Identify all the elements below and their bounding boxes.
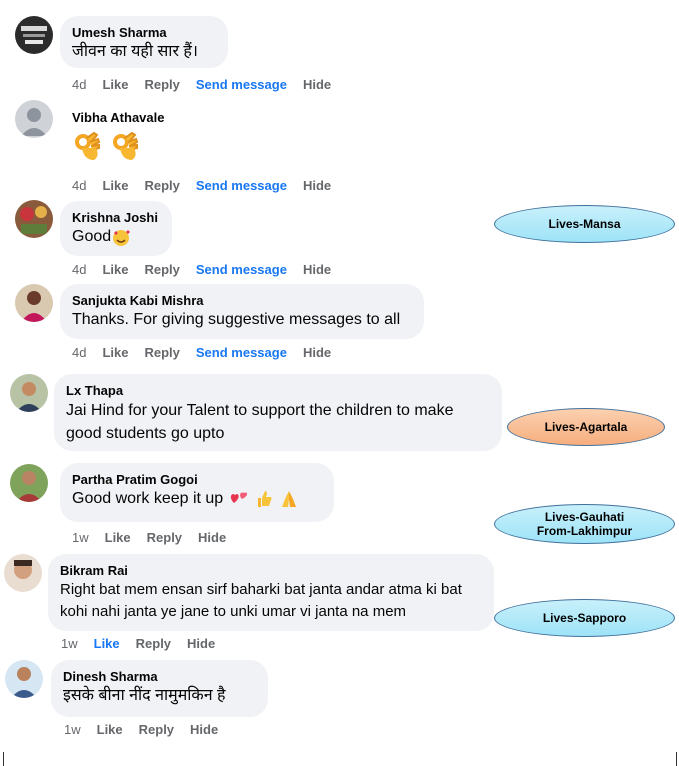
comment-bubble: Partha Pratim Gogoi Good work keep it up (60, 463, 334, 522)
comment-text: Good work keep it up (72, 490, 224, 507)
comment-actions: 4d Like Reply Send message Hide (72, 345, 347, 361)
like-button[interactable]: Like (97, 722, 123, 738)
avatar[interactable] (15, 16, 53, 54)
emoji-message (72, 130, 144, 164)
commenter-name[interactable]: Partha Pratim Gogoi (72, 471, 322, 488)
avatar[interactable] (10, 374, 48, 412)
avatar[interactable] (15, 200, 53, 238)
commenter-name[interactable]: Lx Thapa (66, 382, 490, 399)
annotation-callout: Lives-Mansa (494, 205, 675, 243)
divider (676, 752, 677, 766)
callout-label: Lives-Gauhati From-Lakhimpur (536, 510, 633, 538)
send-message-button[interactable]: Send message (196, 345, 287, 361)
comment-bubble: Sanjukta Kabi Mishra Thanks. For giving … (60, 284, 424, 339)
comment-actions: 1w Like Reply Hide (61, 636, 231, 652)
hide-button[interactable]: Hide (190, 722, 218, 738)
reply-button[interactable]: Reply (144, 262, 179, 278)
comment-bubble: Dinesh Sharma इसके बीना नींद नामुमकिन है (51, 660, 268, 717)
callout-label: Lives-Agartala (544, 420, 628, 434)
send-message-button[interactable]: Send message (196, 262, 287, 278)
timestamp[interactable]: 4d (72, 345, 86, 361)
smiling-face-with-hearts-emoji (113, 229, 131, 246)
comment-actions: 1w Like Reply Hide (72, 530, 242, 546)
like-button[interactable]: Like (102, 262, 128, 278)
reply-button[interactable]: Reply (139, 722, 174, 738)
timestamp[interactable]: 1w (61, 636, 78, 652)
reply-button[interactable]: Reply (144, 345, 179, 361)
comment-text: Jai Hind for your Talent to support the … (66, 402, 454, 442)
callout-label: Lives-Mansa (548, 217, 621, 231)
avatar[interactable] (10, 464, 48, 502)
commenter-name[interactable]: Vibha Athavale (72, 109, 164, 126)
comment-text: जीवन का यही सार हैं। (72, 43, 198, 60)
commenter-name[interactable]: Krishna Joshi (72, 209, 160, 226)
callout-label: Lives-Sapporo (542, 611, 627, 625)
comment-bubble: Bikram Rai Right bat mem ensan sirf baha… (48, 554, 494, 631)
like-button[interactable]: Like (102, 178, 128, 194)
hide-button[interactable]: Hide (303, 345, 331, 361)
two-hearts-emoji (230, 492, 247, 503)
comment-bubble: Lx Thapa Jai Hind for your Talent to sup… (54, 374, 502, 451)
reply-button[interactable]: Reply (144, 178, 179, 194)
reply-button[interactable]: Reply (136, 636, 171, 652)
send-message-button[interactable]: Send message (196, 178, 287, 194)
avatar[interactable] (15, 284, 53, 322)
like-button[interactable]: Like (105, 530, 131, 546)
hide-button[interactable]: Hide (303, 77, 331, 93)
timestamp[interactable]: 1w (72, 530, 89, 546)
comment-bubble: Krishna Joshi Good (60, 201, 172, 256)
comment-actions: 4d Like Reply Send message Hide (72, 178, 347, 194)
like-button[interactable]: Like (94, 636, 120, 652)
timestamp[interactable]: 4d (72, 178, 86, 194)
hide-button[interactable]: Hide (303, 262, 331, 278)
comment-actions: 4d Like Reply Send message Hide (72, 77, 347, 93)
commenter-name[interactable]: Sanjukta Kabi Mishra (72, 292, 412, 309)
divider (3, 752, 4, 766)
comment-text: Good (72, 228, 112, 245)
timestamp[interactable]: 4d (72, 262, 86, 278)
send-message-button[interactable]: Send message (196, 77, 287, 93)
like-button[interactable]: Like (102, 77, 128, 93)
ok-hand-emoji (113, 131, 139, 160)
avatar[interactable] (5, 660, 43, 698)
annotation-callout: Lives-Gauhati From-Lakhimpur (494, 504, 675, 544)
comment-actions: 4d Like Reply Send message Hide (72, 262, 347, 278)
annotation-callout: Lives-Sapporo (494, 599, 675, 637)
ok-hand-emoji (75, 131, 101, 160)
hide-button[interactable]: Hide (198, 530, 226, 546)
commenter-name[interactable]: Dinesh Sharma (63, 668, 256, 685)
reply-button[interactable]: Reply (147, 530, 182, 546)
avatar[interactable] (15, 100, 53, 138)
like-button[interactable]: Like (102, 345, 128, 361)
comment-text: Right bat mem ensan sirf baharki bat jan… (60, 581, 462, 620)
commenter-name[interactable]: Umesh Sharma (72, 24, 216, 41)
timestamp[interactable]: 4d (72, 77, 86, 93)
annotation-callout: Lives-Agartala (507, 408, 665, 446)
folded-hands-emoji (281, 490, 296, 507)
comment-text: Thanks. For giving suggestive messages t… (72, 311, 401, 328)
hide-button[interactable]: Hide (187, 636, 215, 652)
comment-text: इसके बीना नींद नामुमकिन है (63, 687, 226, 704)
commenter-name[interactable]: Bikram Rai (60, 562, 482, 579)
comment-actions: 1w Like Reply Hide (64, 722, 234, 738)
thumbs-up-emoji (258, 490, 272, 507)
avatar[interactable] (4, 554, 42, 592)
reply-button[interactable]: Reply (144, 77, 179, 93)
timestamp[interactable]: 1w (64, 722, 81, 738)
comment-bubble: Umesh Sharma जीवन का यही सार हैं। (60, 16, 228, 68)
hide-button[interactable]: Hide (303, 178, 331, 194)
